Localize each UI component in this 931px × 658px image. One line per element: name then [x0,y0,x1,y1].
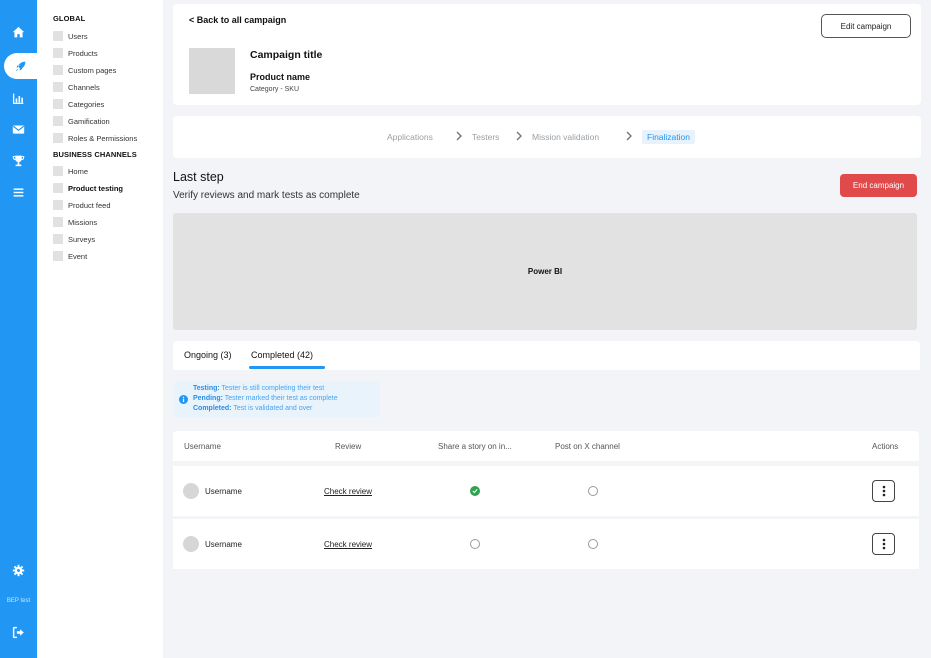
nav-placeholder-icon [53,48,63,58]
more-actions-button[interactable] [872,533,895,555]
tab-ongoing[interactable]: Ongoing (3) [184,350,232,360]
campaign-thumbnail [189,48,235,94]
nav-item-channels[interactable]: Channels [53,81,100,93]
nav-placeholder-icon [53,31,63,41]
empty-circle-icon[interactable] [588,539,598,549]
user-label: BEP test [6,598,31,604]
list-icon[interactable] [0,179,37,205]
testers-table: Username Review Share a story on in... P… [173,431,919,569]
section-title: Last step [173,170,224,184]
username: Username [205,540,242,549]
powerbi-embed[interactable]: Power BI [173,213,917,330]
section-subtitle: Verify reviews and mark tests as complet… [173,190,360,201]
product-name: Product name [250,72,311,82]
sub-navigation: GLOBAL Users Products Custom pages Chann… [37,0,163,658]
nav-placeholder-icon [53,99,63,109]
nav-placeholder-icon [53,217,63,227]
nav-placeholder-icon [53,166,63,176]
logout-icon[interactable] [0,619,37,645]
trophy-icon[interactable] [0,147,37,173]
column-actions: Actions [872,442,899,451]
avatar [183,483,199,499]
more-actions-button[interactable] [872,480,895,502]
avatar [183,536,199,552]
nav-item-custom-pages[interactable]: Custom pages [53,64,116,76]
tab-completed[interactable]: Completed (42) [251,350,313,360]
legend-completed: Completed: Test is validated and over [193,405,313,412]
column-share-story[interactable]: Share a story on in... [438,442,512,451]
nav-item-event[interactable]: Event [53,250,87,262]
edit-campaign-button[interactable]: Edit campaign [821,14,911,38]
column-post-x[interactable]: Post on X channel [555,442,620,451]
chevron-right-icon [456,131,462,141]
check-review-link[interactable]: Check review [324,487,372,496]
empty-circle-icon[interactable] [588,486,598,496]
chart-icon[interactable] [0,85,37,111]
step-applications[interactable]: Applications [387,132,433,142]
nav-placeholder-icon [53,183,63,193]
nav-placeholder-icon [53,82,63,92]
home-icon[interactable] [0,19,37,45]
legend-pending: Pending: Tester marked their test as com… [193,395,338,402]
step-testers[interactable]: Testers [472,132,499,142]
end-campaign-button[interactable]: End campaign [840,174,917,197]
check-review-link[interactable]: Check review [324,540,372,549]
back-to-campaigns-link[interactable]: < Back to all campaign [189,15,286,25]
step-mission-validation[interactable]: Mission validation [532,132,599,142]
icon-rail: BEP test [0,0,37,658]
vertical-dots-icon [882,485,885,497]
nav-placeholder-icon [53,133,63,143]
status-legend: Testing: Tester is still completing thei… [174,381,380,417]
empty-circle-icon[interactable] [470,539,480,549]
campaign-title: Campaign title [250,49,323,61]
column-username[interactable]: Username [184,442,221,451]
check-circle-icon[interactable] [470,486,480,496]
chevron-right-icon [626,131,632,141]
product-category: Category - SKU [250,86,300,93]
nav-placeholder-icon [53,65,63,75]
table-row: Username Check review [173,466,919,516]
rocket-icon[interactable] [4,53,37,79]
powerbi-label: Power BI [527,267,563,276]
nav-item-product-testing[interactable]: Product testing [53,182,123,194]
table-header: Username Review Share a story on in... P… [173,431,919,461]
info-icon [179,395,188,404]
nav-placeholder-icon [53,200,63,210]
progress-stepper: Applications Testers Mission validation … [173,116,921,158]
nav-heading-business: BUSINESS CHANNELS [53,150,137,159]
chevron-right-icon [516,131,522,141]
nav-item-products[interactable]: Products [53,47,98,59]
nav-item-categories[interactable]: Categories [53,98,104,110]
mail-icon[interactable] [0,116,37,142]
nav-placeholder-icon [53,251,63,261]
campaign-header: < Back to all campaign Edit campaign Cam… [173,4,921,105]
nav-placeholder-icon [53,116,63,126]
step-finalization[interactable]: Finalization [642,130,695,144]
table-row: Username Check review [173,519,919,569]
active-tab-indicator [249,366,325,369]
column-review[interactable]: Review [335,442,361,451]
nav-heading-global: GLOBAL [53,14,86,23]
nav-item-home[interactable]: Home [53,165,88,177]
nav-item-surveys[interactable]: Surveys [53,233,95,245]
nav-item-gamification[interactable]: Gamification [53,115,110,127]
nav-item-missions[interactable]: Missions [53,216,97,228]
vertical-dots-icon [882,538,885,550]
nav-item-users[interactable]: Users [53,30,88,42]
nav-item-roles-permissions[interactable]: Roles & Permissions [53,132,137,144]
legend-testing: Testing: Tester is still completing thei… [193,385,325,392]
nav-placeholder-icon [53,234,63,244]
nav-item-product-feed[interactable]: Product feed [53,199,111,211]
gear-icon[interactable] [0,557,37,583]
username: Username [205,487,242,496]
status-tabs: Ongoing (3) Completed (42) [173,341,920,370]
